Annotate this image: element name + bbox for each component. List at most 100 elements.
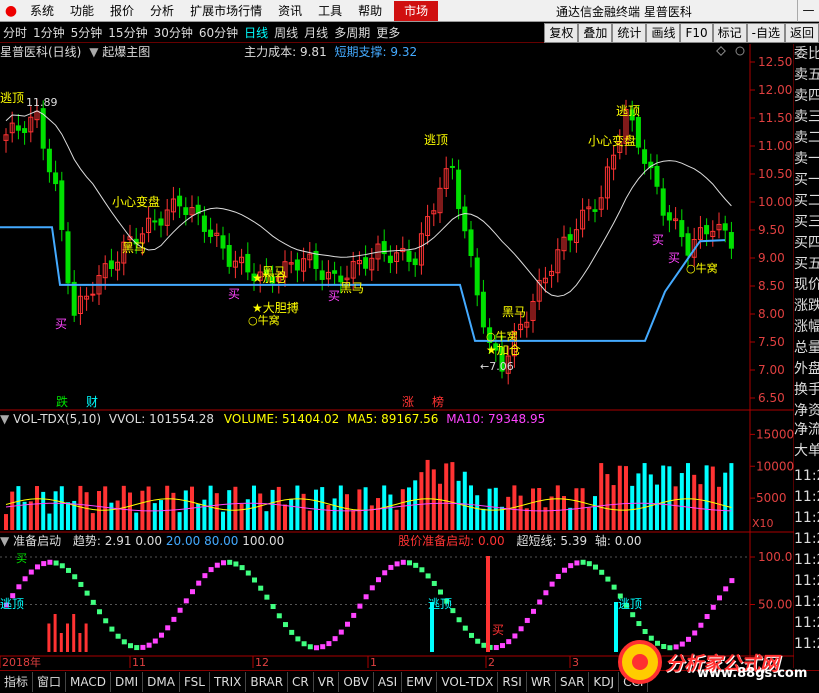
volume-bar [59, 486, 64, 530]
app-logo-icon: ● [4, 2, 18, 19]
osc-dot [710, 604, 716, 610]
event-rise-marker: 涨 [402, 394, 414, 409]
volume-bar [115, 500, 120, 530]
ma10-value: 79348.95 [487, 412, 546, 426]
stats-button[interactable]: 统计 [612, 23, 647, 43]
osc-dot [97, 609, 102, 615]
tab-vr[interactable]: VR [314, 672, 340, 692]
tab-brar[interactable]: BRAR [246, 672, 289, 692]
period-daily[interactable]: 日线 [241, 24, 271, 41]
darkhorse-label: 黑马 [262, 265, 286, 279]
f10-button[interactable]: F10 [680, 23, 713, 43]
tab-vol-tdx[interactable]: VOL-TDX [437, 672, 499, 692]
candle-body [3, 134, 9, 141]
tab-dma[interactable]: DMA [143, 672, 180, 692]
menu-help[interactable]: 帮助 [350, 0, 390, 22]
tab-window[interactable]: 窗口 [33, 672, 67, 692]
period-more[interactable]: 更多 [373, 24, 403, 41]
adjust-button[interactable]: 复权 [544, 23, 579, 43]
menu-function[interactable]: 功能 [62, 0, 102, 22]
period-1min[interactable]: 1分钟 [30, 24, 68, 41]
vol-toggle-icon[interactable]: ▼ [0, 412, 9, 426]
volume-bar [376, 498, 380, 530]
vol-tick-label: 5000 [756, 491, 787, 505]
candle-body [728, 232, 734, 249]
osc-dot [35, 564, 40, 570]
tab-trix[interactable]: TRIX [210, 672, 247, 692]
volume-bar [177, 512, 182, 530]
osc-toggle-icon[interactable]: ▼ [0, 534, 9, 548]
osc-dot [506, 639, 512, 645]
menu-quote[interactable]: 报价 [102, 0, 142, 22]
osc-dot [698, 622, 704, 628]
escape-top-marker: 逃顶 [616, 104, 640, 118]
main-indicator-name[interactable]: 起爆主图 [102, 45, 150, 59]
period-multi[interactable]: 多周期 [331, 24, 373, 41]
period-30min[interactable]: 30分钟 [151, 24, 196, 41]
candle-body [338, 275, 344, 283]
tab-rsi[interactable]: RSI [498, 672, 527, 692]
osc-title[interactable]: 准备启动 [13, 534, 61, 548]
watchlist-button[interactable]: -自选 [746, 23, 785, 43]
tab-dmi[interactable]: DMI [111, 672, 144, 692]
period-weekly[interactable]: 周线 [271, 24, 301, 41]
period-monthly[interactable]: 月线 [301, 24, 331, 41]
tab-indicator[interactable]: 指标 [0, 672, 34, 692]
draw-button[interactable]: 画线 [646, 23, 681, 43]
price-tick-label: 6.50 [758, 391, 785, 405]
window-title: 通达信金融终端 星普医科 [556, 3, 692, 20]
tab-sar[interactable]: SAR [556, 672, 590, 692]
tab-emv[interactable]: EMV [402, 672, 438, 692]
short-term-label: 超短线: [516, 534, 557, 548]
candle-body [635, 117, 641, 148]
osc-dot [183, 598, 189, 604]
vol-tick-label: 10000 [756, 459, 794, 473]
volume-bar [10, 491, 15, 530]
osc-dot [586, 561, 592, 567]
market-tab[interactable]: 市场 [394, 0, 439, 21]
tab-macd[interactable]: MACD [66, 672, 112, 692]
time-tick-label: 11 [132, 656, 146, 669]
candle-body [121, 241, 127, 264]
mark-button[interactable]: 标记 [712, 23, 747, 43]
buy-marker: 买 [328, 289, 340, 303]
candle-body [288, 262, 294, 265]
volume-bar [190, 486, 194, 530]
candle-body [15, 125, 21, 131]
tab-cr[interactable]: CR [288, 672, 314, 692]
back-button[interactable]: 返回 [784, 23, 819, 43]
candle-body [425, 216, 431, 237]
tick-time: 11:2 [794, 468, 819, 484]
period-15min[interactable]: 15分钟 [105, 24, 150, 41]
menu-analysis[interactable]: 分析 [142, 0, 182, 22]
vol-title[interactable]: VOL-TDX(5,10) [13, 412, 101, 426]
osc-dot [109, 626, 115, 632]
menu-system[interactable]: 系统 [22, 0, 62, 22]
period-tick[interactable]: 分时 [0, 24, 30, 41]
osc-dot [400, 559, 406, 565]
period-60min[interactable]: 60分钟 [196, 24, 241, 41]
volume-bar [630, 485, 635, 530]
volume-bar [574, 488, 579, 530]
candle-body [673, 218, 679, 222]
osc-dot [59, 563, 65, 569]
indicator-toggle-icon[interactable]: ▼ [89, 45, 98, 59]
volume-bar [388, 494, 393, 530]
menu-extended-market[interactable]: 扩展市场行情 [182, 0, 270, 22]
minimize-button[interactable]: — [797, 0, 819, 22]
osc-dot [487, 644, 493, 650]
period-5min[interactable]: 5分钟 [68, 24, 106, 41]
volume-bar [28, 501, 33, 530]
tab-obv[interactable]: OBV [339, 672, 374, 692]
bold-bet-label: ★大胆搏 [252, 301, 299, 315]
tab-asi[interactable]: ASI [374, 672, 403, 692]
menu-news[interactable]: 资讯 [270, 0, 310, 22]
volume-bar [270, 489, 275, 530]
menu-tools[interactable]: 工具 [310, 0, 350, 22]
overlay-button[interactable]: 叠加 [578, 23, 613, 43]
short-term-value: 5.39 [560, 534, 588, 548]
osc-dot [78, 581, 84, 587]
support-line [0, 226, 726, 342]
tab-wr[interactable]: WR [527, 672, 557, 692]
tab-fsl[interactable]: FSL [180, 672, 210, 692]
